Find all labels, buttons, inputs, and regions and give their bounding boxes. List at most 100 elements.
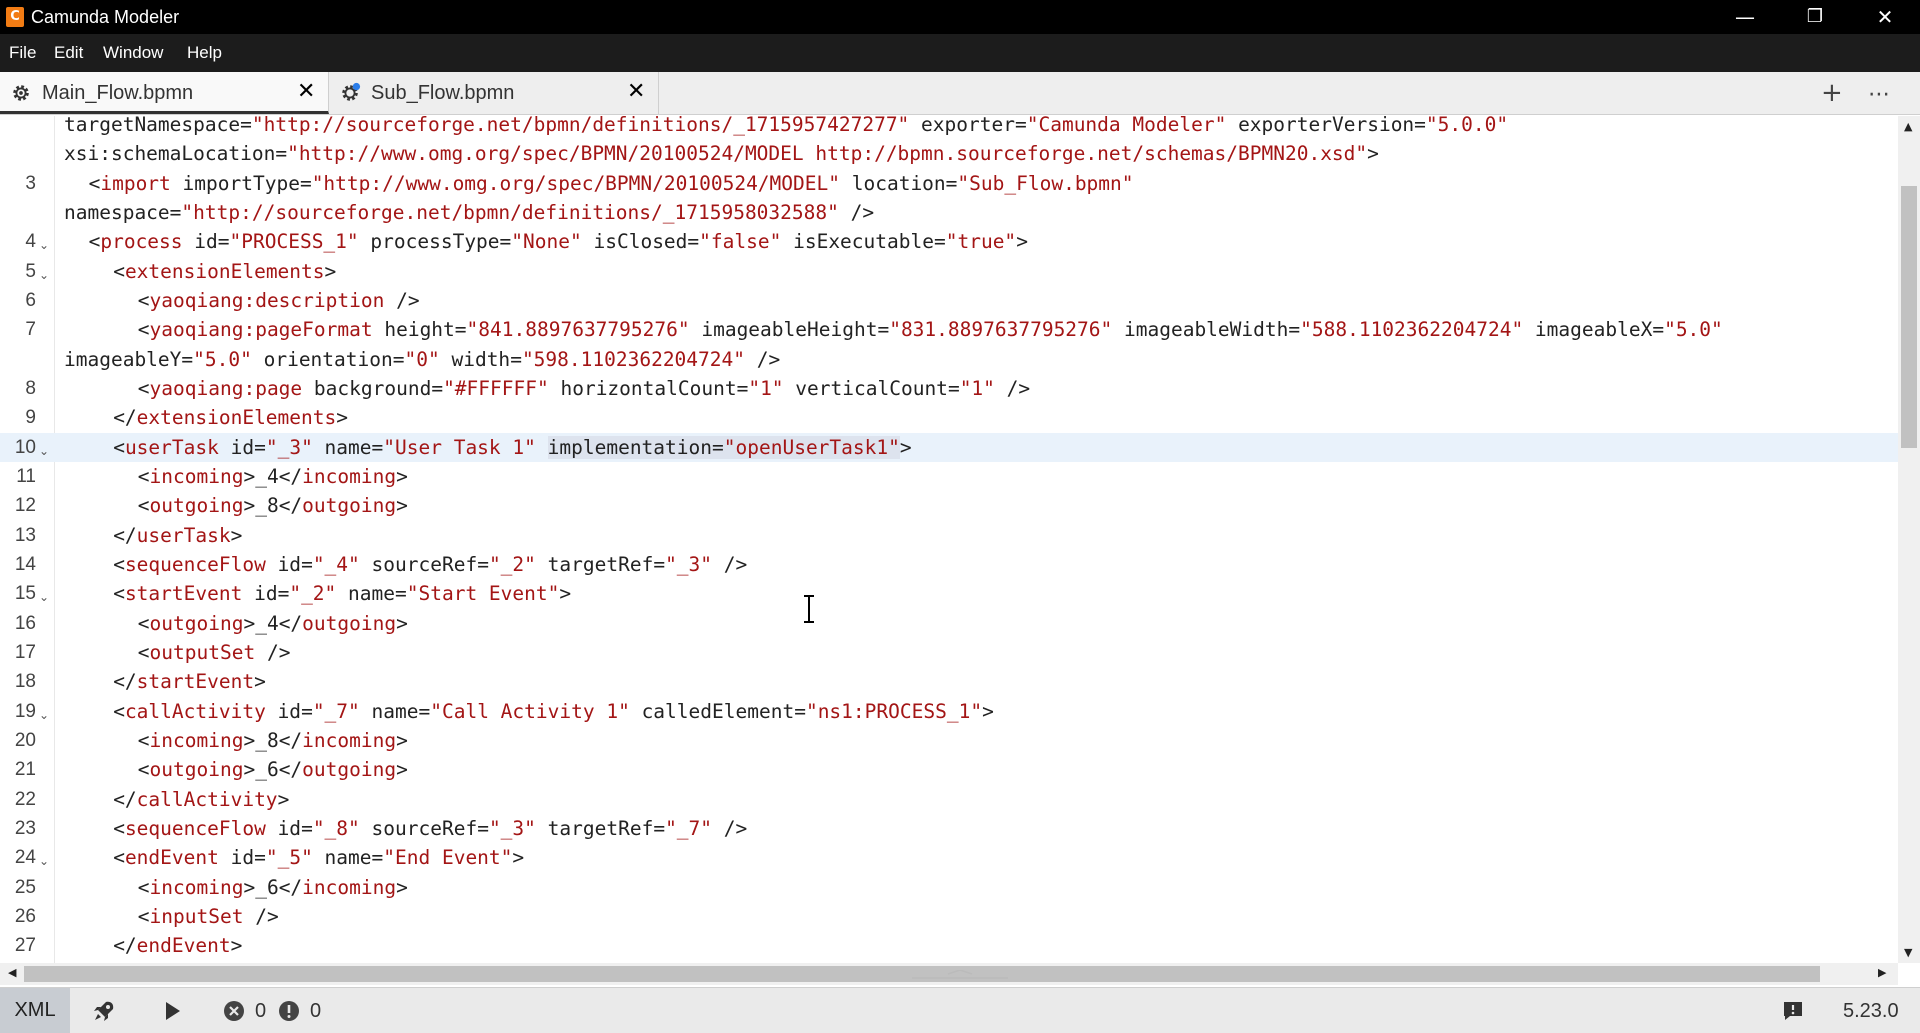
menu-edit[interactable]: Edit [54, 43, 83, 63]
window-title: Camunda Modeler [31, 7, 180, 27]
line-number: 12 [14, 495, 36, 517]
code-line[interactable]: 25 <incoming>_6</incoming> [0, 873, 1898, 902]
code-line[interactable]: 23 <sequenceFlow id="_8" sourceRef="_3" t… [0, 814, 1898, 843]
code-text: <sequenceFlow id="_4" sourceRef="_2" tar… [113, 552, 748, 576]
more-options-button[interactable]: ⋯ [1868, 82, 1890, 108]
camunda-logo-icon: C [6, 7, 24, 27]
menu-file[interactable]: File [9, 43, 36, 63]
close-tab-button[interactable]: ✕ [627, 81, 645, 103]
scroll-up-arrow-icon[interactable]: ▲ [1904, 120, 1912, 133]
warning-count: 0 [310, 1000, 322, 1022]
code-line[interactable]: imageableY="5.0" orientation="0" width="… [0, 345, 1898, 374]
code-text: <outgoing>_8</outgoing> [137, 494, 408, 518]
code-line[interactable]: 27 </endEvent> [0, 931, 1898, 960]
code-line[interactable]: 12 <outgoing>_8</outgoing> [0, 491, 1898, 520]
code-line[interactable]: 21 <outgoing>_6</outgoing> [0, 755, 1898, 784]
line-number: 27 [14, 935, 36, 957]
code-line[interactable]: 22 </callActivity> [0, 785, 1898, 814]
line-number: 11 [16, 465, 36, 487]
title-bar: C Camunda Modeler — ❐ ✕ [0, 0, 1920, 34]
line-number: 22 [14, 788, 36, 810]
menu-help[interactable]: Help [187, 43, 222, 63]
line-number: 15 [14, 583, 36, 605]
code-line[interactable]: 17 <outputSet /> [0, 638, 1898, 667]
feedback-icon[interactable] [1781, 999, 1805, 1023]
tab-sub-flow[interactable]: Sub_Flow.bpmn ✕ [329, 72, 659, 114]
code-text: </extensionElements> [113, 406, 349, 430]
line-number: 5 [25, 260, 36, 282]
xml-view-toggle[interactable]: XML [0, 988, 70, 1033]
code-line[interactable]: 24 ⌄ <endEvent id="_5" name="End Event"> [0, 843, 1898, 872]
error-count: 0 [255, 1000, 267, 1022]
play-icon[interactable] [160, 999, 184, 1023]
line-number: 20 [14, 729, 36, 751]
line-number: 10 [14, 436, 36, 458]
warning-icon[interactable] [277, 999, 301, 1023]
code-line[interactable]: 4 ⌄ <process id="PROCESS_1" processType="N… [0, 227, 1898, 256]
code-line[interactable]: targetNamespace="http://sourceforge.net/… [0, 116, 1898, 139]
code-text: namespace="http://sourceforge.net/bpmn/d… [64, 200, 875, 224]
line-number: 19 [14, 700, 36, 722]
vertical-scroll-thumb[interactable] [1901, 186, 1917, 448]
line-number: 8 [25, 377, 36, 399]
scroll-right-arrow-icon[interactable]: ▶ [1878, 966, 1886, 979]
restore-button[interactable]: ❐ [1780, 0, 1850, 34]
code-line[interactable]: 20 <incoming>_8</incoming> [0, 726, 1898, 755]
code-text: <inputSet /> [137, 904, 279, 928]
close-window-button[interactable]: ✕ [1850, 0, 1920, 34]
scroll-left-arrow-icon[interactable]: ◀ [8, 966, 16, 979]
code-line[interactable]: 10 ⌄ <userTask id="_3" name="User Task 1" … [0, 432, 1898, 462]
code-line[interactable]: 11 <incoming>_4</incoming> [0, 462, 1898, 491]
menu-bar: File Edit Window Help [0, 34, 1920, 72]
code-text: </userTask> [113, 523, 243, 547]
code-text: <yaoqiang:description /> [137, 288, 420, 312]
code-text: <callActivity id="_7" name="Call Activit… [113, 699, 994, 723]
rocket-icon[interactable] [92, 999, 116, 1023]
scroll-down-arrow-icon[interactable]: ▼ [1904, 946, 1912, 959]
code-text: <startEvent id="_2" name="Start Event"> [113, 582, 572, 606]
tab-label: Main_Flow.bpmn [42, 82, 194, 104]
code-text: <import importType="http://www.omg.org/s… [88, 171, 1134, 195]
code-line[interactable]: 14 <sequenceFlow id="_4" sourceRef="_2" t… [0, 550, 1898, 579]
line-number: 6 [25, 289, 36, 311]
code-line[interactable]: namespace="http://sourceforge.net/bpmn/d… [0, 198, 1898, 227]
code-text: <extensionElements> [113, 259, 337, 283]
code-line[interactable]: xsi:schemaLocation="http://www.omg.org/s… [0, 139, 1898, 168]
menu-window[interactable]: Window [103, 43, 163, 63]
line-number: 16 [14, 612, 36, 634]
panel-resize-handle[interactable] [912, 970, 1008, 980]
code-line[interactable]: 19 ⌄ <callActivity id="_7" name="Call Acti… [0, 697, 1898, 726]
code-text: <incoming>_4</incoming> [137, 464, 408, 488]
code-line[interactable]: 18 </startEvent> [0, 667, 1898, 696]
error-icon[interactable] [222, 999, 246, 1023]
code-line[interactable]: 6 <yaoqiang:description /> [0, 286, 1898, 315]
code-text: <incoming>_6</incoming> [137, 875, 408, 899]
code-line[interactable]: 26 <inputSet /> [0, 902, 1898, 931]
tab-bar: Main_Flow.bpmn ✕ Sub_Flow.bpmn ✕ + ⋯ [0, 72, 1920, 115]
code-line[interactable]: 7 <yaoqiang:pageFormat height="841.889763… [0, 315, 1898, 344]
line-number: 13 [14, 524, 36, 546]
code-line[interactable]: 3 <import importType="http://www.omg.org/… [0, 169, 1898, 198]
tab-label: Sub_Flow.bpmn [371, 82, 515, 104]
code-text: xsi:schemaLocation="http://www.omg.org/s… [64, 142, 1379, 166]
vertical-scrollbar[interactable]: ▲ ▼ [1898, 116, 1920, 963]
code-line[interactable]: 8 <yaoqiang:page background="#FFFFFF" hor… [0, 374, 1898, 403]
code-line[interactable]: 16 <outgoing>_4</outgoing> [0, 609, 1898, 638]
code-text: targetNamespace="http://sourceforge.net/… [64, 116, 1509, 136]
gear-icon [13, 85, 29, 101]
xml-editor[interactable]: targetNamespace="http://sourceforge.net/… [0, 116, 1898, 963]
minimize-button[interactable]: — [1710, 0, 1780, 34]
text-cursor-icon [804, 595, 814, 623]
line-number: 21 [14, 759, 36, 781]
code-text: imageableY="5.0" orientation="0" width="… [64, 347, 781, 371]
line-number: 17 [14, 641, 36, 663]
code-text: <sequenceFlow id="_8" sourceRef="_3" tar… [113, 816, 748, 840]
code-line[interactable]: 15 ⌄ <startEvent id="_2" name="Start Event… [0, 579, 1898, 608]
code-line[interactable]: 5 ⌄ <extensionElements> [0, 257, 1898, 286]
code-line[interactable]: 13 </userTask> [0, 521, 1898, 550]
new-tab-button[interactable]: + [1821, 80, 1843, 106]
tab-main-flow[interactable]: Main_Flow.bpmn ✕ [0, 72, 329, 114]
code-line[interactable]: 9 </extensionElements> [0, 403, 1898, 432]
close-tab-button[interactable]: ✕ [297, 81, 315, 103]
line-number: 14 [14, 553, 36, 575]
